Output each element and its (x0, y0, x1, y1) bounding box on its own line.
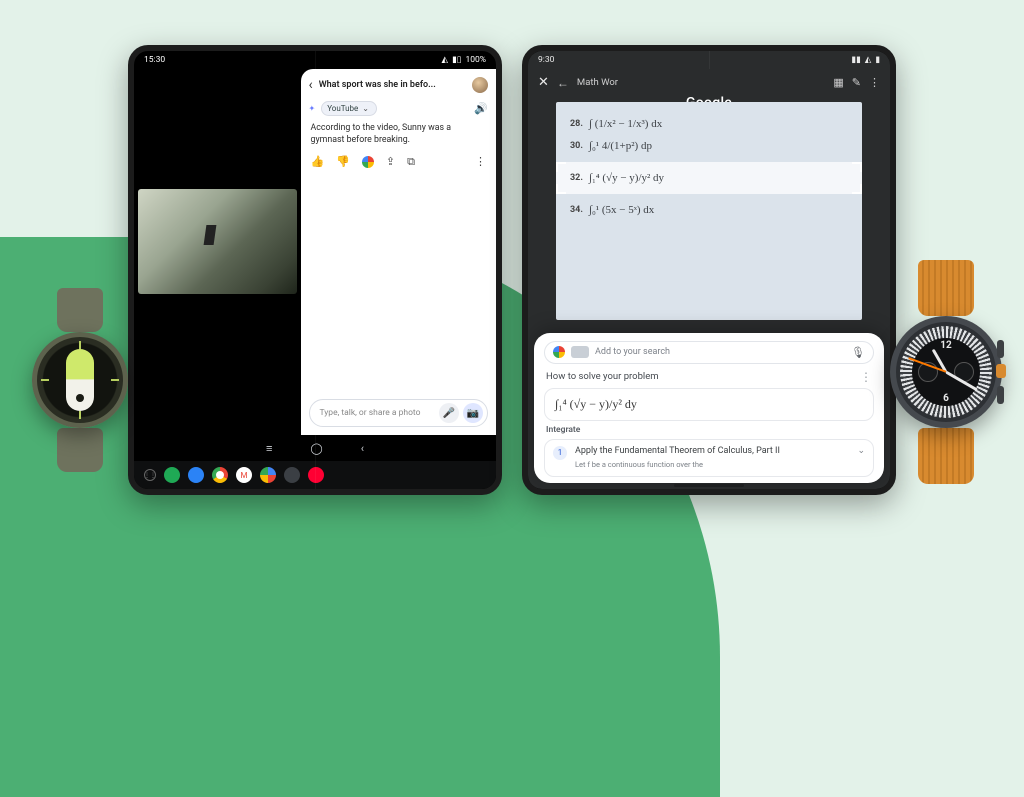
foldable-device-right: 9:30 ▮▮ ◭ ▮ ✕ ← Math Wor Google ▦ ✎ ⋮ 28… (522, 45, 896, 495)
more-icon[interactable]: ⋮ (869, 76, 880, 89)
avatar[interactable] (472, 77, 488, 93)
app-drawer-icon[interactable]: ⋮⋮ (144, 469, 156, 481)
results-heading: How to solve your problem (546, 371, 659, 382)
google-icon[interactable] (362, 156, 374, 168)
app-messages[interactable] (188, 467, 204, 483)
signal-icon: ▮▮ (851, 55, 860, 65)
chevron-down-icon: ⌄ (362, 104, 369, 113)
watch-case (32, 332, 128, 428)
chat-title: What sport was she in befo... (319, 80, 466, 90)
nav-back-icon[interactable]: ‹ (361, 442, 364, 455)
problem-32-selected[interactable]: 32. ∫₁⁴ (√y − y)/y² dy (556, 162, 862, 194)
problem-34: 34. ∫₀¹ (5x − 5ˣ) dx (570, 204, 848, 216)
google-icon (553, 346, 565, 358)
doc-title: Math Wor (577, 77, 618, 88)
close-icon[interactable]: ✕ (538, 75, 549, 90)
problem-30: 30. ∫₀¹ 4/(1+p²) dp (570, 140, 848, 152)
watch-button-top[interactable] (997, 340, 1004, 358)
toolbar-icon-2[interactable]: ✎ (852, 76, 861, 89)
section-label: Integrate (546, 425, 872, 435)
app-photos[interactable] (260, 467, 276, 483)
gesture-handle[interactable] (674, 484, 744, 488)
foldable-device-left: 15:30 ◭ ▮▯ 100% ‹ What sport was she in … (128, 45, 502, 495)
watch-button-bottom[interactable] (997, 386, 1004, 404)
smartwatch-right: 12 6 (890, 260, 1002, 484)
app-phone[interactable] (164, 467, 180, 483)
wifi-icon: ◭ (865, 55, 872, 65)
watch-crown[interactable] (996, 364, 1006, 378)
sparkle-icon: ✦ (309, 104, 316, 113)
step-number: 1 (553, 446, 567, 460)
chat-input[interactable]: Type, talk, or share a photo 🎤 📷 (309, 399, 488, 427)
lens-top-bar: ✕ ← Math Wor Google ▦ ✎ ⋮ (528, 69, 890, 96)
chevron-down-icon: ⌄ (857, 446, 865, 456)
assistant-answer: According to the video, Sunny was a gymn… (301, 120, 496, 155)
speaker-icon[interactable]: 🔊 (474, 102, 488, 115)
assistant-pane: ‹ What sport was she in befo... ✦ YouTub… (301, 69, 496, 435)
step-title: Apply the Fundamental Theorem of Calculu… (575, 446, 780, 456)
answer-actions: 👍 👎 ⇪ ⧉ ⋮ (301, 155, 496, 169)
camera-button[interactable]: 📷 (463, 403, 483, 423)
thumbs-up-icon[interactable]: 👍 (311, 155, 325, 168)
thumbs-down-icon[interactable]: 👎 (336, 155, 350, 168)
dial-number-6: 6 (943, 393, 949, 404)
watch-strap-bottom (57, 428, 103, 472)
doc-back-icon[interactable]: ← (557, 76, 569, 90)
search-crop-thumb (571, 346, 589, 358)
parsed-integral: ∫₁⁴ (√y − y)/y² dy (544, 388, 874, 421)
app-gmail[interactable]: M (236, 467, 252, 483)
status-time: 9:30 (538, 55, 554, 65)
nav-recent-icon[interactable]: ≡ (266, 442, 272, 455)
more-icon[interactable]: ⋮ (860, 370, 872, 384)
app-camera[interactable] (284, 467, 300, 483)
dial-number-12: 12 (940, 340, 951, 351)
watch-strap-top (57, 288, 103, 332)
wifi-icon: ◭ (442, 55, 449, 65)
chat-input-placeholder: Type, talk, or share a photo (320, 408, 435, 418)
step-subtext: Let f be a continuous function over the (575, 460, 780, 470)
video-pane[interactable] (134, 69, 301, 435)
app-youtube[interactable] (308, 467, 324, 483)
chip-label: YouTube (327, 104, 358, 113)
search-bar[interactable]: Add to your search 🎙 (544, 341, 874, 364)
battery-icon: ▮ (875, 55, 880, 65)
app-chrome[interactable] (212, 467, 228, 483)
watch-strap-bottom (918, 428, 974, 484)
back-button[interactable]: ‹ (309, 77, 313, 93)
smartwatch-left (32, 288, 128, 472)
worksheet-page[interactable]: 28. ∫ (1/x² − 1/x³) dx 30. ∫₀¹ 4/(1+p²) … (556, 102, 862, 320)
watch-face-pill (66, 349, 94, 411)
mic-icon[interactable]: 🎙 (851, 346, 865, 359)
copy-icon[interactable]: ⧉ (407, 155, 415, 169)
video-thumbnail[interactable] (138, 189, 297, 294)
toolbar-icon-1[interactable]: ▦ (833, 76, 843, 89)
results-sheet: Add to your search 🎙 How to solve your p… (534, 333, 884, 483)
nav-home-icon[interactable]: ◯ (310, 442, 322, 455)
share-icon[interactable]: ⇪ (386, 155, 395, 168)
status-time: 15:30 (144, 55, 165, 65)
watch-case: 12 6 (890, 316, 1002, 428)
problem-28: 28. ∫ (1/x² − 1/x³) dx (570, 118, 848, 130)
more-icon[interactable]: ⋮ (475, 155, 486, 168)
mic-button[interactable]: 🎤 (439, 403, 459, 423)
search-placeholder: Add to your search (595, 347, 845, 357)
source-chip-youtube[interactable]: YouTube ⌄ (321, 101, 377, 116)
signal-icon: ▮▯ (452, 55, 461, 65)
battery-label: 100% (465, 55, 486, 65)
solution-step-1[interactable]: 1 Apply the Fundamental Theorem of Calcu… (544, 439, 874, 477)
watch-strap-top (918, 260, 974, 316)
